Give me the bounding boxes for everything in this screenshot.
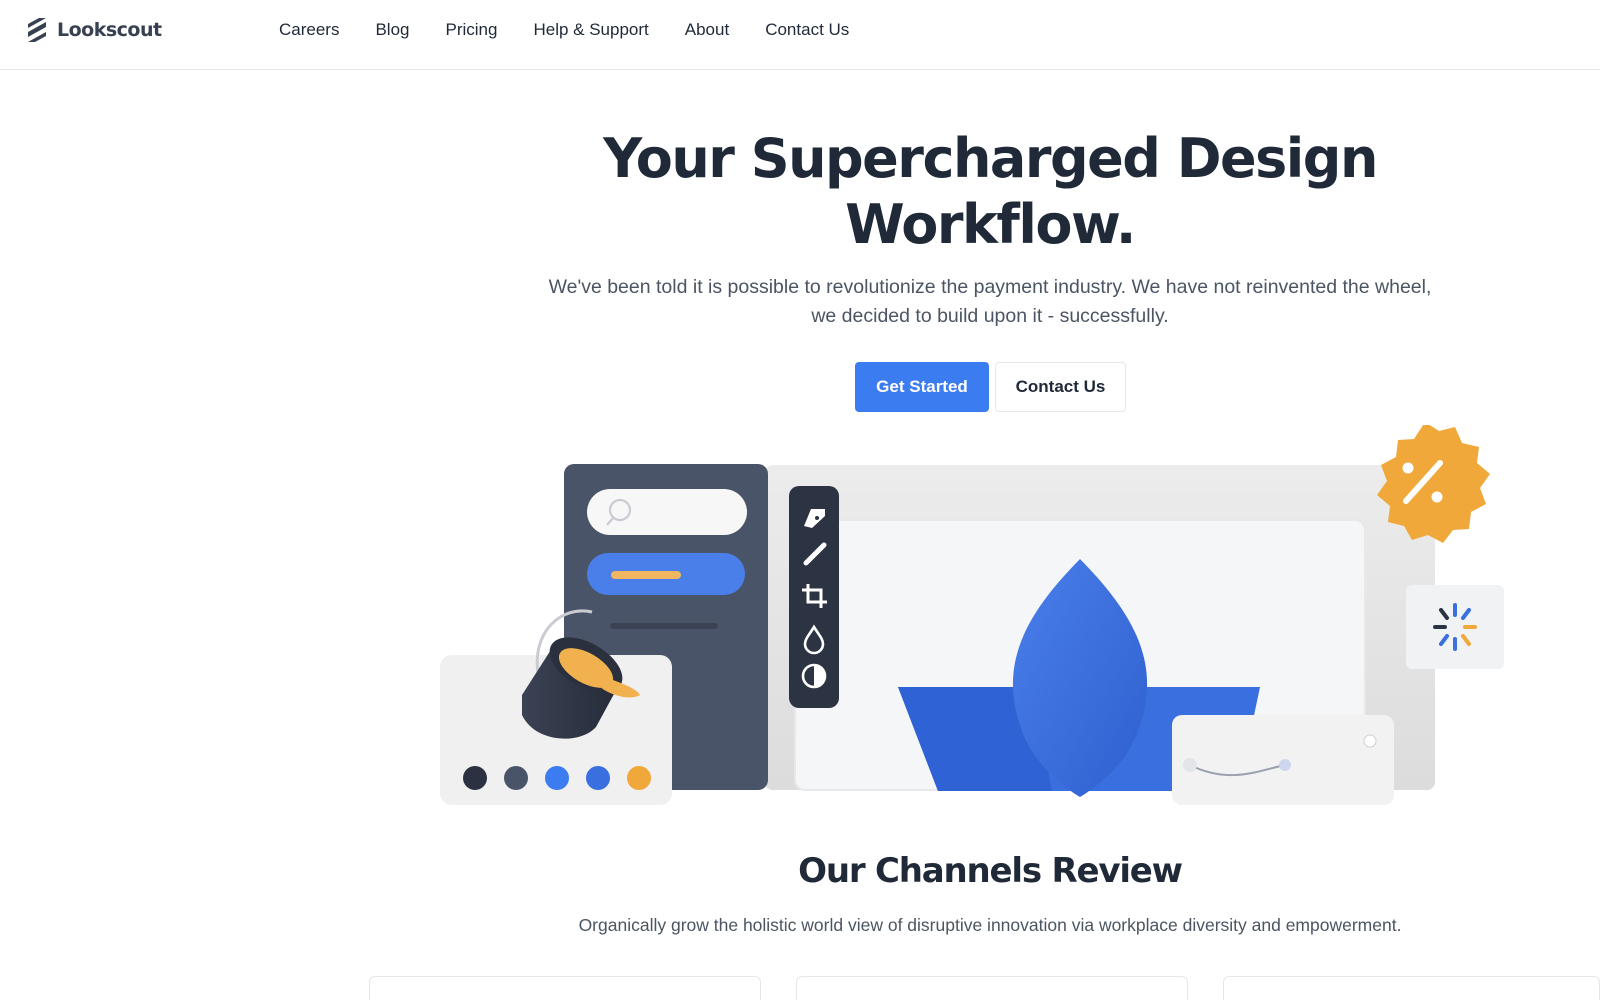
nav-help-support[interactable]: Help & Support — [533, 20, 648, 40]
review-card-2 — [796, 976, 1188, 1000]
brand-logo[interactable]: Lookscout — [25, 17, 162, 43]
slider-handle-left — [1183, 758, 1197, 772]
hero-illustration — [440, 425, 1504, 805]
swatch-1 — [463, 766, 487, 790]
main-nav: Careers Blog Pricing Help & Support Abou… — [279, 20, 849, 40]
slider-card-dot — [1363, 734, 1377, 748]
hero-subtitle: We've been told it is possible to revolu… — [510, 273, 1470, 331]
panel-line — [610, 623, 718, 629]
hero-subtitle-line-2: we decided to build upon it - successful… — [811, 305, 1169, 327]
swatch-5 — [627, 766, 651, 790]
section-subtitle: Organically grow the holistic world view… — [578, 915, 1402, 935]
contact-us-button[interactable]: Contact Us — [995, 362, 1126, 412]
top-navbar: Lookscout Careers Blog Pricing Help & Su… — [0, 0, 1600, 70]
hero-cta-group: Get Started Contact Us — [855, 362, 1126, 412]
spinner-card — [1406, 585, 1504, 669]
swatch-2 — [504, 766, 528, 790]
nav-pricing[interactable]: Pricing — [446, 20, 498, 40]
section-title: Our Channels Review — [798, 851, 1183, 891]
get-started-button[interactable]: Get Started — [855, 362, 989, 412]
nav-contact-us[interactable]: Contact Us — [765, 20, 849, 40]
review-card-3 — [1223, 976, 1600, 1000]
hero-title-line-2: Workflow. — [845, 193, 1136, 256]
nav-about[interactable]: About — [685, 20, 729, 40]
swatch-3 — [545, 766, 569, 790]
orange-bar — [611, 571, 681, 579]
logo-stripes-icon — [28, 18, 46, 42]
hero-title-line-1: Your Supercharged Design — [603, 127, 1378, 190]
brand-name: Lookscout — [57, 19, 162, 41]
hero-subtitle-line-1: We've been told it is possible to revolu… — [548, 276, 1432, 298]
nav-blog[interactable]: Blog — [375, 20, 409, 40]
slider-handle-right — [1279, 759, 1291, 771]
nav-careers[interactable]: Careers — [279, 20, 339, 40]
review-card-1 — [369, 976, 761, 1000]
hero-title: Your Supercharged Design Workflow. — [520, 126, 1460, 258]
swatch-4 — [586, 766, 610, 790]
